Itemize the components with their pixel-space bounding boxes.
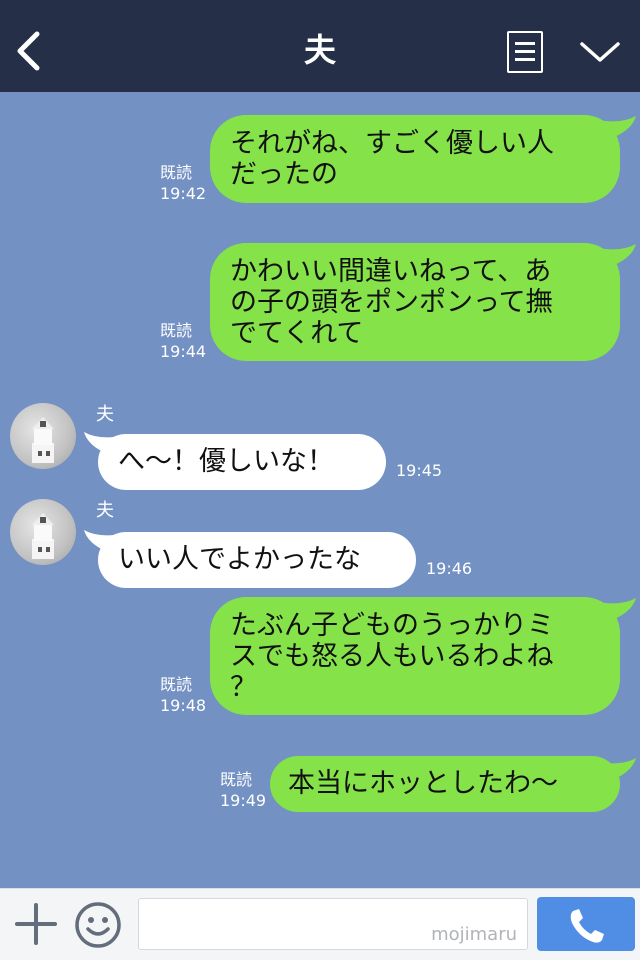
message-text: 本当にホッとしたわ〜 [288, 768, 558, 799]
collapse-button[interactable] [578, 36, 622, 68]
sender-name: 夫 [96, 500, 114, 521]
message-bubble[interactable]: かわいい間違いねって、あ の子の頭をポンポンって撫 でてくれて [210, 243, 620, 361]
message-bubble[interactable]: それがね、すごく優しい人 だったの [210, 115, 620, 203]
read-receipt: 既読 [160, 163, 193, 182]
sender-name: 夫 [96, 404, 114, 425]
message-bubble[interactable]: へ〜！優しいな！ [98, 434, 386, 490]
message-meta: 既読 19:42 [160, 162, 206, 204]
message-meta: 既読 19:44 [160, 320, 206, 362]
input-bar: mojimaru [0, 888, 640, 960]
notes-menu-button[interactable] [507, 31, 543, 73]
message-input[interactable]: mojimaru [138, 898, 528, 950]
message-text: へ〜！優しいな！ [118, 446, 334, 477]
phone-icon [570, 909, 604, 943]
plus-icon [15, 903, 57, 945]
message-meta: 19:46 [426, 558, 472, 579]
message-time: 19:44 [160, 342, 207, 361]
read-receipt: 既読 [220, 770, 253, 789]
message-bubble[interactable]: 本当にホッとしたわ〜 [270, 756, 620, 812]
message-meta: 既読 19:49 [220, 769, 266, 811]
message-time: 19:45 [396, 461, 443, 480]
call-button[interactable] [537, 897, 635, 951]
message-meta: 既読 19:48 [160, 674, 206, 716]
message-time: 19:42 [160, 184, 207, 203]
back-arrow-icon [17, 31, 40, 71]
read-receipt: 既読 [160, 675, 193, 694]
avatar[interactable] [10, 403, 76, 469]
add-attachment-button[interactable] [14, 902, 58, 946]
message-text: それがね、すごく優しい人 だったの [230, 128, 554, 190]
message-bubble[interactable]: いい人でよかったな [98, 532, 416, 588]
chat-area[interactable]: それがね、すごく優しい人 だったの 既読 19:42 かわいい間違いねって、あ … [0, 92, 640, 888]
message-time: 19:49 [220, 791, 267, 810]
read-receipt: 既読 [160, 321, 193, 340]
avatar[interactable] [10, 499, 76, 565]
chevron-down-icon [580, 42, 620, 62]
emoji-button[interactable] [74, 901, 122, 949]
back-button[interactable] [10, 26, 50, 76]
message-text: たぶん子どものうっかりミ スでも怒る人もいるわよね ？ [230, 610, 554, 703]
message-time: 19:46 [426, 559, 473, 578]
message-meta: 19:45 [396, 460, 442, 481]
avatar-image [32, 513, 54, 559]
smiley-icon [75, 902, 121, 948]
message-text: いい人でよかったな [118, 544, 361, 575]
chat-title: 夫 [303, 31, 336, 69]
message-time: 19:48 [160, 696, 207, 715]
avatar-image [32, 417, 54, 463]
message-text: かわいい間違いねって、あ の子の頭をポンポンって撫 でてくれて [230, 256, 553, 349]
watermark: mojimaru [431, 924, 517, 945]
chat-header: 夫 [0, 0, 640, 92]
message-bubble[interactable]: たぶん子どものうっかりミ スでも怒る人もいるわよね ？ [210, 597, 620, 715]
